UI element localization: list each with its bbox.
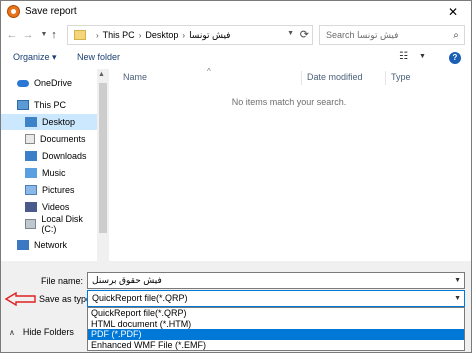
- onedrive-icon: [17, 79, 29, 87]
- forward-button[interactable]: →: [21, 27, 35, 43]
- save-as-type-label: Save as type:: [39, 294, 94, 304]
- title-bar: Save report ✕: [1, 1, 471, 23]
- app-icon: [7, 5, 20, 18]
- organize-menu[interactable]: Organize ▾: [13, 52, 57, 63]
- sidebar-item-label: Pictures: [42, 185, 75, 195]
- column-header-name[interactable]: Name: [123, 72, 147, 82]
- column-divider[interactable]: [301, 71, 302, 85]
- file-name-label: File name:: [41, 276, 84, 286]
- empty-message: No items match your search.: [231, 97, 347, 107]
- close-button[interactable]: ✕: [435, 1, 471, 23]
- chevron-down-icon[interactable]: ▼: [454, 291, 461, 306]
- view-options-icon[interactable]: ☷: [399, 51, 408, 62]
- save-as-type-value: QuickReport file(*.QRP): [92, 293, 188, 303]
- file-list: ^ Name Date modified Type No items match…: [113, 67, 471, 261]
- search-input[interactable]: Search فيش تونسا: [326, 30, 448, 41]
- dropdown-option-pdf[interactable]: PDF (*.PDF): [88, 329, 464, 340]
- hide-folders-label: Hide Folders: [22, 327, 74, 337]
- column-header-type[interactable]: Type: [391, 72, 411, 82]
- dropdown-option-htm[interactable]: HTML document (*.HTM): [88, 319, 464, 330]
- breadcrumb-current-folder[interactable]: فيش تونسا: [189, 30, 230, 41]
- window-title: Save report: [25, 6, 77, 17]
- sidebar-item-label: Videos: [42, 202, 70, 212]
- chevron-down-icon[interactable]: ▼: [454, 273, 461, 288]
- scrollbar-thumb[interactable]: [99, 83, 107, 233]
- sidebar-item-network[interactable]: Network: [1, 237, 97, 253]
- sidebar-item-videos[interactable]: Videos: [1, 199, 97, 215]
- save-as-type-select[interactable]: QuickReport file(*.QRP) ▼: [87, 290, 465, 307]
- up-button[interactable]: ↑: [47, 27, 61, 43]
- documents-icon: [25, 134, 35, 144]
- save-options-panel: File name: فيش حقوق برسنل ▼ Save as type…: [1, 261, 471, 352]
- chevron-down-icon[interactable]: ▼: [419, 53, 426, 60]
- close-icon: ✕: [447, 5, 459, 19]
- chevron-right-icon: ›: [138, 30, 142, 40]
- sidebar-item-label: OneDrive: [34, 78, 73, 88]
- sidebar-item-this-pc[interactable]: This PC: [1, 97, 97, 113]
- sidebar-item-desktop[interactable]: Desktop: [1, 114, 97, 130]
- refresh-icon[interactable]: ⟳: [300, 28, 309, 41]
- dropdown-option-qrp[interactable]: QuickReport file(*.QRP): [88, 308, 464, 319]
- chevron-right-icon: ›: [182, 30, 186, 40]
- sidebar-item-label: Network: [34, 240, 68, 250]
- save-report-dialog: Save report ✕ ← → ▼ ↑ › This PC › Deskto…: [0, 0, 472, 353]
- sort-ascending-icon: ^: [207, 67, 211, 76]
- save-type-dropdown-list: QuickReport file(*.QRP) HTML document (*…: [87, 307, 465, 351]
- network-icon: [17, 240, 29, 250]
- folder-icon: [74, 30, 86, 40]
- sidebar-item-onedrive[interactable]: OneDrive: [1, 75, 97, 91]
- arrow-up-icon: ↑: [51, 29, 57, 41]
- computer-icon: [17, 100, 29, 110]
- pictures-icon: [25, 185, 37, 195]
- sidebar-item-label: Local Disk (C:): [41, 214, 83, 234]
- breadcrumb-desktop[interactable]: Desktop: [145, 30, 178, 40]
- disk-icon: [25, 219, 37, 229]
- sidebar-item-label: Downloads: [42, 151, 87, 161]
- chevron-right-icon: ›: [96, 30, 99, 40]
- sidebar-item-pictures[interactable]: Pictures: [1, 182, 97, 198]
- sidebar-item-music[interactable]: Music: [1, 165, 97, 181]
- sidebar-item-documents[interactable]: Documents: [1, 131, 97, 147]
- help-icon[interactable]: ?: [449, 52, 461, 64]
- sidebar-item-label: Desktop: [42, 117, 76, 127]
- address-bar[interactable]: › This PC › Desktop › فيش تونسا ▼ ⟳: [67, 25, 313, 45]
- desktop-icon: [25, 117, 37, 127]
- navigation-scrollbar[interactable]: ▲: [97, 69, 109, 261]
- search-icon: ⌕: [453, 29, 459, 41]
- dropdown-option-emf[interactable]: Enhanced WMF File (*.EMF): [88, 340, 464, 351]
- scroll-up-icon[interactable]: ▲: [98, 71, 105, 78]
- arrow-left-icon: ←: [6, 29, 18, 41]
- column-header-date-modified[interactable]: Date modified: [307, 72, 363, 82]
- videos-icon: [25, 202, 37, 212]
- sidebar-item-label: Documents: [40, 134, 86, 144]
- downloads-icon: [25, 151, 37, 161]
- toolbar: Organize ▾ New folder ☷ ▼ ?: [1, 47, 471, 69]
- sidebar-item-label: Music: [42, 168, 66, 178]
- hide-folders-button[interactable]: ∧ Hide Folders: [9, 327, 74, 337]
- breadcrumb-this-pc[interactable]: This PC: [103, 30, 135, 40]
- back-button[interactable]: ←: [5, 27, 19, 43]
- chevron-down-icon[interactable]: ▼: [287, 30, 294, 37]
- column-divider[interactable]: [385, 71, 386, 85]
- sidebar-item-local-disk[interactable]: Local Disk (C:): [1, 214, 97, 234]
- search-box[interactable]: Search فيش تونسا ⌕: [319, 25, 465, 45]
- red-arrow-annotation: [5, 292, 36, 306]
- navigation-row: ← → ▼ ↑ › This PC › Desktop › فيش تونسا …: [1, 23, 471, 47]
- arrow-right-icon: →: [22, 29, 34, 41]
- file-name-input[interactable]: فيش حقوق برسنل ▼: [87, 272, 465, 289]
- file-name-value: فيش حقوق برسنل: [92, 275, 162, 285]
- chevron-up-icon: ∧: [9, 327, 15, 337]
- sidebar-item-label: This PC: [34, 100, 67, 110]
- new-folder-button[interactable]: New folder: [77, 52, 120, 62]
- music-icon: [25, 168, 37, 178]
- navigation-pane: OneDrive This PC Desktop Documents Downl…: [1, 69, 111, 261]
- sidebar-item-downloads[interactable]: Downloads: [1, 148, 97, 164]
